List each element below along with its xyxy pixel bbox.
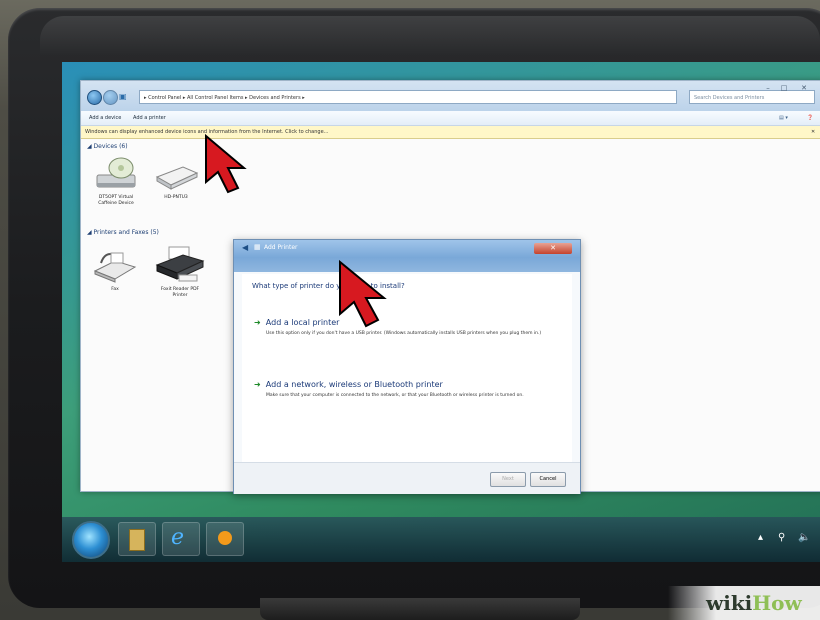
dialog-title-bar: ◀ ▦ Add Printer ✕ [234, 240, 580, 272]
dialog-close-icon[interactable]: ✕ [534, 243, 572, 254]
add-printer-button[interactable]: Add a printer [133, 111, 166, 125]
address-bar[interactable]: ▸ Control Panel ▸ All Control Panel Item… [139, 90, 677, 104]
printer-small-icon: ▦ [254, 243, 261, 251]
green-arrow-icon: ➜ [254, 380, 261, 389]
internet-explorer-icon: e [171, 525, 185, 550]
option-local-title: Add a local printer [265, 318, 340, 327]
help-icon[interactable]: ❓ [807, 111, 813, 125]
view-options-icon[interactable]: ▤ ▾ [779, 111, 788, 125]
dialog-footer: Next Cancel [234, 462, 580, 494]
devices-group-header[interactable]: ◢ Devices (6) [87, 143, 128, 150]
taskbar-media-player-button[interactable] [206, 522, 244, 556]
screen: ▣ ▸ Control Panel ▸ All Control Panel It… [62, 62, 820, 562]
start-button[interactable] [72, 521, 110, 559]
wikihow-watermark: wikiHow [668, 586, 820, 620]
explorer-window: ▣ ▸ Control Panel ▸ All Control Panel It… [80, 80, 820, 494]
device-label: DT5OPT Virtual Caffeine Device [98, 195, 134, 206]
printers-group-header[interactable]: ◢ Printers and Faxes (5) [87, 229, 159, 236]
printer-label: Foxit Reader PDF Printer [160, 287, 200, 298]
maximize-icon[interactable]: □ [777, 83, 791, 93]
close-icon[interactable]: ✕ [793, 83, 815, 93]
network-icon[interactable]: ⚲ [778, 532, 785, 543]
back-icon[interactable] [87, 90, 102, 105]
optical-drive-icon [96, 157, 136, 188]
device-item[interactable]: DT5OPT Virtual Caffeine Device [91, 157, 141, 213]
media-player-icon [218, 531, 232, 545]
control-panel-icon[interactable]: ▣ [119, 90, 133, 103]
bezel-glare [40, 16, 820, 56]
tray-expand-icon[interactable]: ▴ [758, 532, 763, 543]
add-network-printer-option[interactable]: ➜ Add a network, wireless or Bluetooth p… [254, 372, 562, 399]
device-label: HD-PNTU3 [164, 195, 188, 200]
next-button[interactable]: Next [490, 472, 526, 487]
option-network-title: Add a network, wireless or Bluetooth pri… [265, 380, 443, 389]
forward-icon[interactable] [103, 90, 118, 105]
external-drive-icon [155, 166, 199, 190]
option-network-description: Make sure that your computer is connecte… [266, 393, 524, 398]
green-arrow-icon: ➜ [254, 318, 261, 327]
add-local-printer-option[interactable]: ➜ Add a local printer Use this option on… [254, 310, 562, 337]
red-cursor-icon [205, 133, 247, 194]
devices-content: ◢ Devices (6) DT5OPT Virtual Caffeine De… [81, 139, 820, 494]
option-local-description: Use this option only if you don't have a… [266, 331, 542, 336]
printer-icon [155, 246, 205, 282]
add-printer-dialog: ◀ ▦ Add Printer ✕ What type of printer d… [233, 239, 581, 494]
printer-label: Fax [111, 287, 119, 292]
printer-item[interactable]: Fax [91, 249, 139, 297]
explorer-title-bar: ▣ ▸ Control Panel ▸ All Control Panel It… [81, 81, 820, 111]
red-cursor-icon [339, 259, 387, 328]
taskbar-explorer-button[interactable] [118, 522, 156, 556]
folder-icon [129, 529, 145, 551]
minimize-icon[interactable]: – [761, 83, 775, 93]
command-toolbar: Add a device Add a printer ▤ ▾ ❓ [81, 111, 820, 126]
volume-icon[interactable]: 🔈 [798, 532, 810, 543]
printer-item[interactable]: Foxit Reader PDF Printer [153, 245, 207, 301]
taskbar: e ▴ ⚲ 🔈 [62, 517, 820, 562]
dialog-title: Add Printer [264, 244, 298, 251]
cancel-button[interactable]: Cancel [530, 472, 566, 487]
info-bar-close-icon[interactable]: ✕ [811, 126, 815, 138]
info-bar[interactable]: Windows can display enhanced device icon… [81, 126, 820, 139]
monitor-stand [260, 598, 580, 620]
taskbar-ie-button[interactable]: e [162, 522, 200, 556]
back-arrow-icon[interactable]: ◀ [242, 243, 248, 252]
dialog-body: What type of printer do you want to inst… [242, 274, 572, 462]
device-item[interactable]: HD-PNTU3 [153, 161, 199, 211]
add-device-button[interactable]: Add a device [89, 111, 121, 125]
fax-icon [93, 252, 137, 283]
